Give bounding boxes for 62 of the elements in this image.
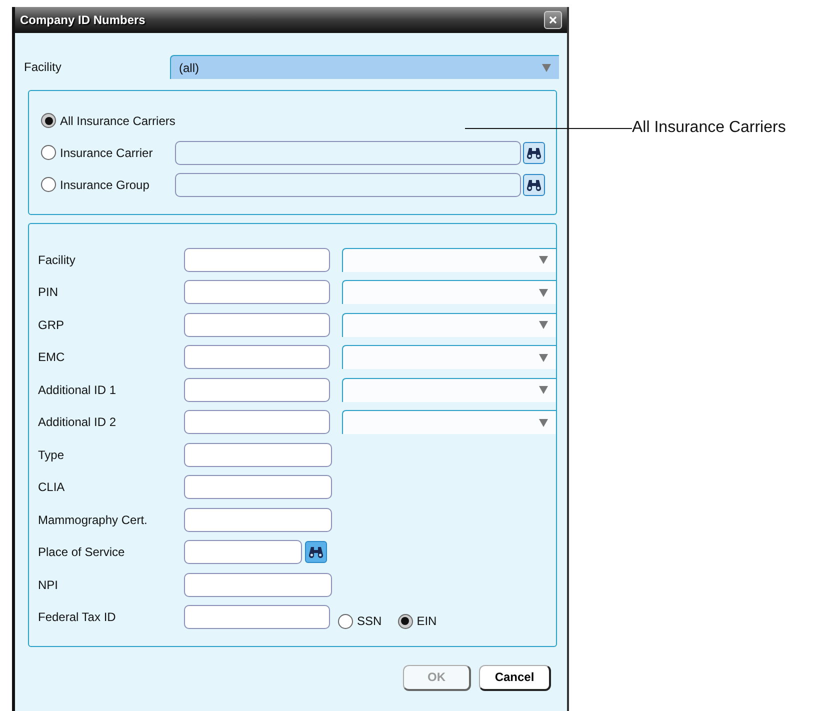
- field-label: Additional ID 2: [38, 414, 118, 432]
- field-label: EMC: [38, 349, 66, 366]
- radio-button[interactable]: [41, 145, 56, 160]
- field-label: Facility: [24, 59, 62, 76]
- radio-label: All Insurance Carriers: [60, 112, 176, 130]
- text-field[interactable]: [184, 378, 330, 402]
- field-label: Additional ID 1: [38, 382, 118, 399]
- text-field[interactable]: [184, 248, 330, 272]
- cancel-button[interactable]: Cancel: [479, 664, 551, 690]
- dropdown-arrow-icon: [539, 256, 548, 264]
- field-label: GRP: [38, 316, 66, 334]
- radio-label: SSN: [357, 613, 382, 630]
- radio-button[interactable]: [41, 113, 56, 128]
- radio-button[interactable]: [398, 614, 413, 629]
- text-field[interactable]: [184, 508, 332, 532]
- search-button[interactable]: [523, 174, 545, 196]
- field-label: CLIA: [38, 479, 66, 496]
- field-label: Type: [38, 446, 66, 464]
- text-field[interactable]: [184, 605, 330, 630]
- dropdown-arrow-icon: [539, 288, 548, 297]
- text-field[interactable]: [184, 540, 302, 564]
- field-label: Place of Service: [38, 544, 126, 562]
- text-field[interactable]: [184, 475, 332, 500]
- field-label: NPI: [38, 576, 60, 594]
- window-title: Company ID Numbers: [20, 12, 146, 29]
- text-field[interactable]: [184, 280, 330, 304]
- radio-button[interactable]: [41, 177, 56, 192]
- binoculars-icon: [527, 178, 541, 190]
- search-button[interactable]: [523, 142, 545, 164]
- text-field[interactable]: [184, 312, 330, 337]
- field-label: Mammography Cert.: [38, 512, 148, 529]
- radio-label: Insurance Group: [60, 176, 150, 194]
- search-button[interactable]: [305, 541, 327, 564]
- facility-dropdown[interactable]: (all): [170, 55, 559, 80]
- text-field[interactable]: [184, 410, 330, 434]
- text-field[interactable]: [184, 572, 332, 597]
- dropdown-arrow-icon: [539, 418, 548, 427]
- annotation-label: All Insurance Carriers: [632, 118, 786, 138]
- text-field[interactable]: [184, 442, 332, 467]
- field-label: Facility: [38, 252, 76, 269]
- text-field[interactable]: [175, 172, 521, 196]
- text-field[interactable]: [184, 345, 330, 370]
- field-label: Federal Tax ID: [38, 609, 117, 626]
- dropdown[interactable]: [342, 378, 556, 402]
- dropdown-arrow-icon: [539, 386, 548, 394]
- text-field[interactable]: [175, 140, 521, 164]
- field-label: PIN: [38, 284, 60, 302]
- close-icon: [549, 16, 557, 24]
- dropdown[interactable]: [342, 410, 556, 434]
- binoculars-icon: [309, 546, 323, 558]
- radio-label: Insurance Carrier: [60, 144, 153, 162]
- dropdown[interactable]: [342, 312, 556, 337]
- dropdown-arrow-icon: [539, 321, 548, 330]
- dropdown[interactable]: [342, 345, 556, 370]
- dropdown[interactable]: [342, 248, 556, 272]
- dropdown[interactable]: [342, 280, 556, 304]
- close-button[interactable]: [544, 11, 562, 29]
- dropdown-arrow-icon: [542, 64, 551, 72]
- dropdown-arrow-icon: [539, 354, 548, 362]
- radio-button[interactable]: [338, 614, 353, 629]
- radio-label: EIN: [416, 613, 437, 630]
- binoculars-icon: [527, 146, 541, 158]
